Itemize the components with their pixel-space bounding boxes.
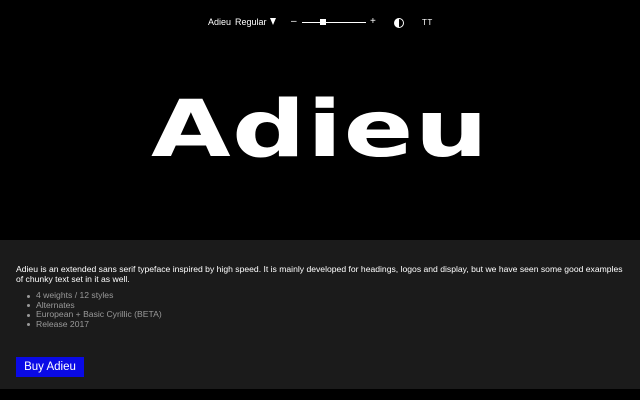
- feature-item: Release 2017: [27, 319, 162, 330]
- specimen-text[interactable]: Adieu: [151, 85, 489, 175]
- typeface-info-panel: Adieu is an extended sans serif typeface…: [0, 240, 640, 389]
- type-specimen-area[interactable]: Adieu: [0, 0, 640, 240]
- typeface-description: Adieu is an extended sans serif typeface…: [16, 264, 623, 284]
- buy-button[interactable]: Buy Adieu: [16, 357, 84, 377]
- feature-list: 4 weights / 12 styles Alternates Europea…: [27, 290, 162, 330]
- bottom-bar: [0, 389, 640, 400]
